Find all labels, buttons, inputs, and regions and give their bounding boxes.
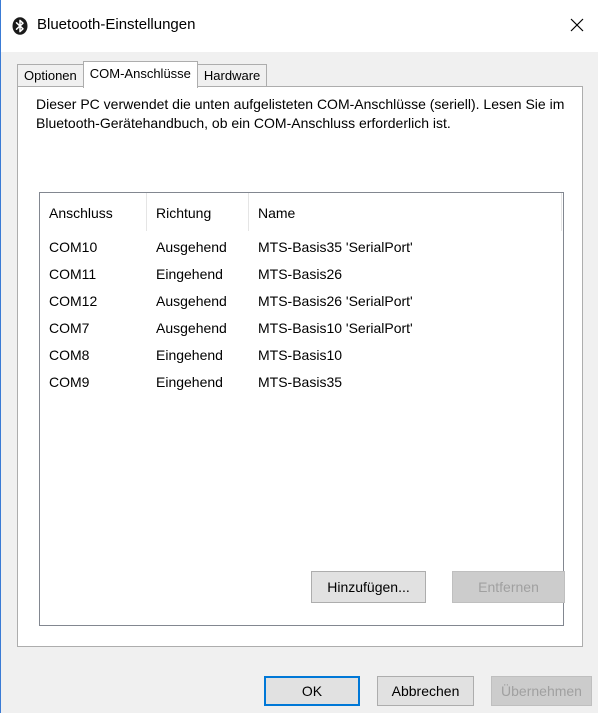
cell-name: MTS-Basis35 — [258, 373, 343, 390]
window-title: Bluetooth-Einstellungen — [37, 16, 196, 33]
cell-direction: Eingehend — [156, 346, 223, 363]
cell-port: COM12 — [49, 292, 98, 309]
cell-name: MTS-Basis35 'SerialPort' — [258, 238, 413, 255]
column-header-port[interactable]: Anschluss — [40, 193, 147, 231]
remove-button[interactable]: Entfernen — [452, 571, 565, 603]
cell-port: COM9 — [49, 373, 90, 390]
tab-strip: Optionen COM-Anschlüsse Hardware — [17, 61, 268, 88]
com-ports-panel: Dieser PC verwendet die unten aufgeliste… — [17, 86, 583, 647]
com-port-list[interactable]: Anschluss Richtung Name COM10 Ausgehend … — [39, 192, 564, 626]
cell-name: MTS-Basis26 'SerialPort' — [258, 292, 413, 309]
list-row-com11[interactable]: COM11 Eingehend MTS-Basis26 — [40, 260, 563, 287]
list-row-com12[interactable]: COM12 Ausgehend MTS-Basis26 'SerialPort' — [40, 287, 563, 314]
cell-direction: Eingehend — [156, 265, 223, 282]
close-button[interactable] — [561, 10, 593, 42]
close-icon — [570, 18, 584, 35]
list-header: Anschluss Richtung Name — [40, 193, 563, 231]
tab-com-anschluesse[interactable]: COM-Anschlüsse — [82, 61, 198, 88]
cell-port: COM10 — [49, 238, 98, 255]
cell-port: COM11 — [49, 265, 97, 282]
cell-direction: Ausgehend — [156, 238, 227, 255]
cell-port: COM8 — [49, 346, 90, 363]
cell-direction: Ausgehend — [156, 319, 227, 336]
apply-button[interactable]: Übernehmen — [491, 676, 592, 706]
list-row-com10[interactable]: COM10 Ausgehend MTS-Basis35 'SerialPort' — [40, 233, 563, 260]
list-row-com9[interactable]: COM9 Eingehend MTS-Basis35 — [40, 368, 563, 395]
column-header-direction[interactable]: Richtung — [147, 193, 249, 231]
cell-direction: Ausgehend — [156, 292, 227, 309]
cell-name: MTS-Basis26 — [258, 265, 343, 282]
add-button[interactable]: Hinzufügen... — [311, 571, 426, 603]
title-bar: Bluetooth-Einstellungen — [1, 0, 598, 52]
column-header-name[interactable]: Name — [249, 193, 562, 231]
tab-hardware[interactable]: Hardware — [196, 64, 268, 87]
description-text: Dieser PC verwendet die unten aufgeliste… — [36, 96, 565, 131]
bluetooth-icon — [12, 17, 28, 35]
list-row-com8[interactable]: COM8 Eingehend MTS-Basis10 — [40, 341, 563, 368]
tab-optionen[interactable]: Optionen — [17, 64, 84, 87]
cell-name: MTS-Basis10 'SerialPort' — [258, 319, 413, 336]
list-row-com7[interactable]: COM7 Ausgehend MTS-Basis10 'SerialPort' — [40, 314, 563, 341]
cell-port: COM7 — [49, 319, 90, 336]
cell-name: MTS-Basis10 — [258, 346, 343, 363]
cancel-button[interactable]: Abbrechen — [377, 676, 474, 706]
ok-button[interactable]: OK — [264, 676, 360, 706]
bluetooth-settings-window: Bluetooth-Einstellungen Optionen COM-Ans… — [0, 0, 598, 713]
cell-direction: Eingehend — [156, 373, 223, 390]
